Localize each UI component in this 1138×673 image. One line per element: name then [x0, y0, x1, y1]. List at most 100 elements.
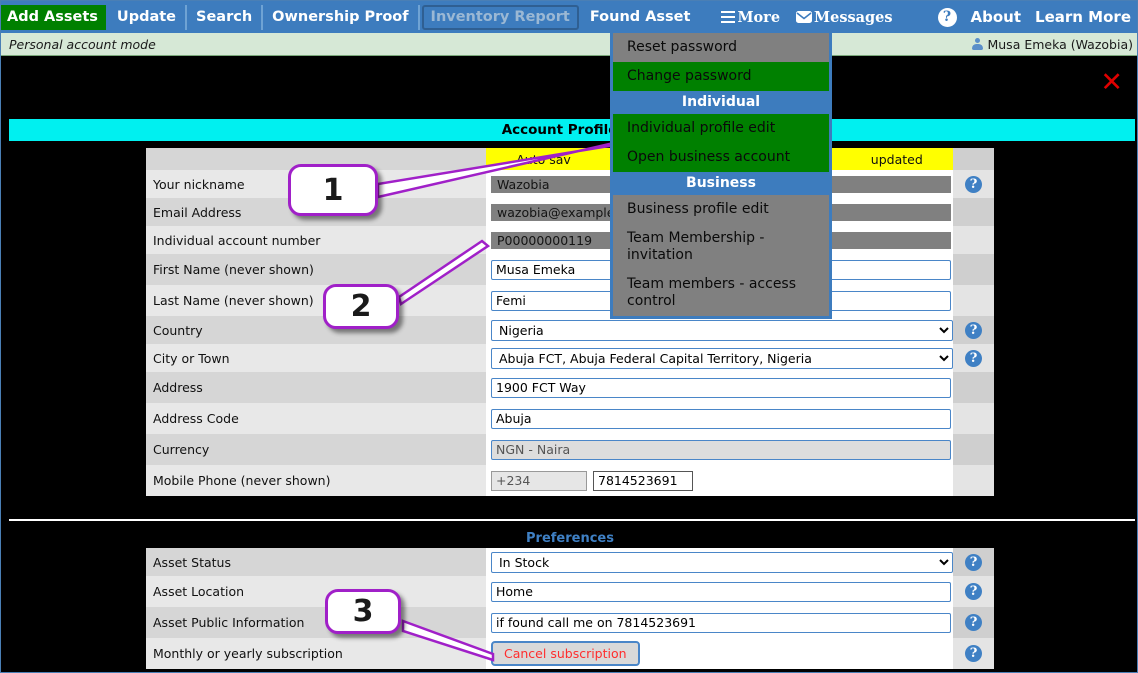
field-value-cell: [486, 465, 953, 496]
help-cell: [953, 226, 994, 254]
app-window: Add Assets Update Search Ownership Proof…: [0, 0, 1138, 673]
table-row: City or Town Abuja FCT, Abuja Federal Ca…: [146, 344, 994, 372]
callout-badge-2: 2: [323, 284, 399, 329]
nav-messages-label: Messages: [814, 8, 893, 26]
field-label-last-name: Last Name (never shown): [146, 285, 486, 316]
field-label-asset-public-info: Asset Public Information: [146, 607, 486, 638]
field-value-cell: Nigeria: [486, 316, 953, 344]
field-label-address: Address: [146, 372, 486, 403]
menu-item-open-business-account[interactable]: Open business account: [613, 143, 829, 172]
asset-location-field[interactable]: [491, 581, 951, 602]
nav-more-menu[interactable]: More: [713, 4, 788, 30]
table-row: Monthly or yearly subscription Cancel su…: [146, 638, 994, 669]
help-icon-nickname[interactable]: ?: [965, 175, 982, 193]
nav-tab-found-asset[interactable]: Found Asset: [581, 5, 700, 30]
menu-item-individual-profile-edit[interactable]: Individual profile edit: [613, 114, 829, 143]
nav-right-group: ? About Learn More: [937, 7, 1137, 27]
table-row: Country Nigeria ?: [146, 316, 994, 344]
account-mode-bar: Personal account mode Musa Emeka (Wazobi…: [1, 33, 1137, 56]
country-select[interactable]: Nigeria: [491, 319, 953, 341]
menu-header-individual: Individual: [613, 91, 829, 114]
autosave-banner-row: Auto sav updated: [146, 148, 994, 170]
account-mode-label: Personal account mode: [9, 36, 156, 52]
help-icon-country[interactable]: ?: [965, 321, 982, 339]
field-value-cell: [486, 607, 953, 638]
close-icon[interactable]: ✕: [1100, 69, 1123, 96]
menu-item-reset-password[interactable]: Reset password: [613, 33, 829, 62]
field-value-cell: [486, 403, 953, 434]
nav-tab-inventory-report: Inventory Report: [421, 4, 579, 30]
field-value-cell: [486, 434, 953, 465]
currency-field: [491, 439, 951, 460]
help-cell: ?: [953, 170, 994, 198]
page-title: Account Profile - P: [9, 119, 1135, 141]
field-value-cell: Abuja FCT, Abuja Federal Capital Territo…: [486, 344, 953, 372]
menu-item-change-password[interactable]: Change password: [613, 62, 829, 91]
table-row: Address Code: [146, 403, 994, 434]
help-icon-asset-public-info[interactable]: ?: [965, 614, 982, 631]
help-icon[interactable]: ?: [937, 7, 957, 27]
menu-item-business-profile-edit[interactable]: Business profile edit: [613, 195, 829, 224]
help-cell: ?: [953, 316, 994, 344]
callout-badge-3: 3: [325, 589, 401, 634]
autosave-text-right: updated: [870, 151, 923, 167]
nav-tab-ownership-proof-label: Ownership Proof: [272, 8, 409, 25]
phone-number-field[interactable]: [593, 470, 693, 491]
address-field[interactable]: [491, 377, 951, 398]
table-row: Asset Public Information ?: [146, 607, 994, 638]
preferences-title: Preferences: [526, 531, 614, 546]
help-icon-city[interactable]: ?: [965, 349, 982, 367]
nav-tab-ownership-proof[interactable]: Ownership Proof: [263, 4, 420, 30]
user-avatar-icon: [972, 37, 984, 51]
help-cell: [953, 285, 994, 316]
help-cell: [953, 465, 994, 496]
help-cell: [953, 198, 994, 226]
field-label-account-number: Individual account number: [146, 226, 486, 254]
menu-item-team-membership-invitation[interactable]: Team Membership - invitation: [613, 224, 829, 270]
help-cell: ?: [953, 548, 994, 576]
nav-tab-add-assets[interactable]: Add Assets: [1, 4, 108, 30]
address-code-field[interactable]: [491, 408, 951, 429]
city-select[interactable]: Abuja FCT, Abuja Federal Capital Territo…: [491, 347, 953, 369]
field-value-cell: [486, 372, 953, 403]
table-row: Asset Status In Stock ?: [146, 548, 994, 576]
callout-badge-1: 1: [288, 164, 378, 216]
help-cell: [953, 254, 994, 285]
current-user-label: Musa Emeka (Wazobia): [987, 36, 1133, 52]
field-value-cell: Cancel subscription: [486, 638, 953, 669]
help-cell: ?: [953, 638, 994, 669]
envelope-icon: [796, 11, 813, 23]
nav-tab-found-asset-label: Found Asset: [589, 8, 691, 25]
help-icon-subscription[interactable]: ?: [965, 645, 982, 662]
nav-learn-more-link[interactable]: Learn More: [1035, 8, 1131, 26]
current-user[interactable]: Musa Emeka (Wazobia): [972, 36, 1137, 52]
menu-header-business: Business: [613, 172, 829, 195]
nav-tab-inventory-report-label: Inventory Report: [430, 8, 570, 25]
autosave-text-left: Auto sav: [516, 151, 571, 167]
table-row: Last Name (never shown): [146, 285, 994, 316]
field-label-asset-location: Asset Location: [146, 576, 486, 607]
nav-tab-search[interactable]: Search: [187, 4, 264, 30]
hamburger-icon: [721, 8, 736, 26]
preferences-form: Asset Status In Stock ? Asset Location ?…: [146, 548, 994, 669]
field-label-mobile-phone: Mobile Phone (never shown): [146, 465, 486, 496]
help-icon-asset-status[interactable]: ?: [965, 553, 982, 571]
top-navigation-bar: Add Assets Update Search Ownership Proof…: [1, 1, 1137, 33]
asset-status-select[interactable]: In Stock: [491, 551, 953, 573]
help-icon-asset-location[interactable]: ?: [965, 583, 982, 600]
asset-public-information-field[interactable]: [491, 612, 951, 633]
field-value-cell: In Stock: [486, 548, 953, 576]
field-label-first-name: First Name (never shown): [146, 254, 486, 285]
nav-tab-update-label: Update: [116, 8, 177, 25]
nav-about-link[interactable]: About: [971, 8, 1022, 26]
table-row: Asset Location ?: [146, 576, 994, 607]
nav-tab-update[interactable]: Update: [108, 4, 188, 30]
cancel-subscription-button[interactable]: Cancel subscription: [491, 641, 640, 666]
field-label-address-code: Address Code: [146, 403, 486, 434]
field-label-asset-status: Asset Status: [146, 548, 486, 576]
table-row: First Name (never shown): [146, 254, 994, 285]
menu-item-team-members-access-control[interactable]: Team members - access control: [613, 270, 829, 316]
help-cell: [953, 372, 994, 403]
table-row: Address: [146, 372, 994, 403]
nav-messages[interactable]: Messages: [788, 5, 901, 30]
